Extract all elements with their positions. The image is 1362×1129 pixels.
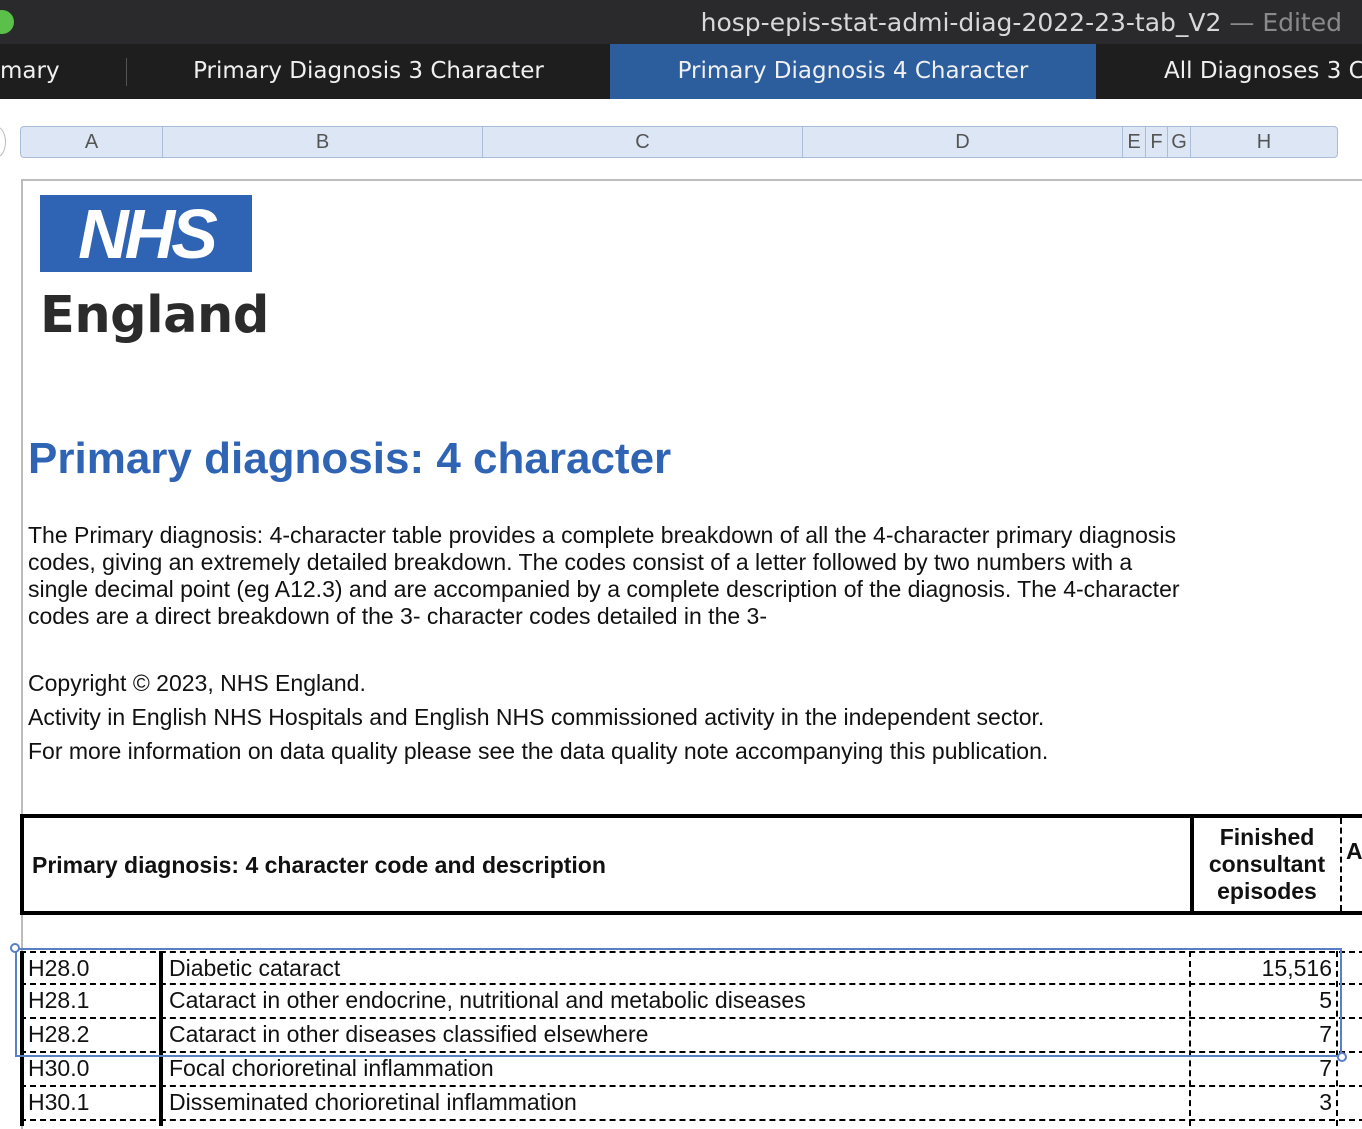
- cell-code[interactable]: H30.1: [28, 1089, 89, 1116]
- column-header-b[interactable]: B: [163, 127, 483, 157]
- column-header-e[interactable]: E: [1123, 127, 1146, 157]
- header-code-description: Primary diagnosis: 4 character code and …: [32, 852, 606, 878]
- cell-fce[interactable]: 3: [1190, 1089, 1332, 1116]
- copyright-text: Copyright © 2023, NHS England.: [28, 670, 366, 696]
- cell-description[interactable]: Focal chorioretinal inflammation: [169, 1055, 494, 1082]
- header-dashed-divider: [1340, 818, 1342, 911]
- window-titlebar: hosp-epis-stat-admi-diag-2022-23-tab_V2 …: [0, 0, 1362, 44]
- logo-england-text: England: [40, 286, 269, 345]
- column-header-g[interactable]: G: [1168, 127, 1191, 157]
- column-header-bar: A B C D E F G H: [20, 126, 1338, 158]
- column-header-area: A B C D E F G H: [0, 99, 1362, 177]
- column-header-c[interactable]: C: [483, 127, 803, 157]
- table-header: Primary diagnosis: 4 character code and …: [20, 814, 1362, 915]
- column-header-f[interactable]: F: [1146, 127, 1168, 157]
- table-row[interactable]: H30.1 Disseminated chorioretinal inflamm…: [20, 1087, 1362, 1121]
- column-header-d[interactable]: D: [803, 127, 1123, 157]
- document-name: hosp-epis-stat-admi-diag-2022-23-tab_V2: [700, 8, 1222, 37]
- document-status: — Edited: [1229, 8, 1342, 37]
- nhs-logo-mark: NHS: [40, 195, 252, 272]
- header-finished-consultant-episodes: Finished consultant episodes: [1208, 824, 1326, 904]
- document-title[interactable]: hosp-epis-stat-admi-diag-2022-23-tab_V2 …: [701, 8, 1342, 37]
- activity-note: Activity in English NHS Hospitals and En…: [28, 704, 1045, 730]
- tab-summary[interactable]: mary: [0, 44, 126, 99]
- tab-primary-diagnosis-4-character[interactable]: Primary Diagnosis 4 Character: [610, 44, 1096, 99]
- tab-all-diagnoses-3-character[interactable]: All Diagnoses 3 C: [1096, 44, 1362, 99]
- select-all-button[interactable]: [0, 126, 6, 158]
- data-quality-note: For more information on data quality ple…: [28, 738, 1049, 764]
- cell-fce[interactable]: 7: [1190, 1055, 1332, 1082]
- header-next-column: A: [1346, 838, 1362, 864]
- column-header-a[interactable]: A: [21, 127, 163, 157]
- cell-selection-range[interactable]: [15, 948, 1342, 1057]
- selection-handle-top-left[interactable]: [10, 943, 20, 953]
- nhs-england-logo: NHS England: [40, 195, 269, 345]
- zoom-window-button[interactable]: [0, 10, 14, 34]
- sheet-title: Primary diagnosis: 4 character: [28, 434, 672, 483]
- sheet-description: The Primary diagnosis: 4-character table…: [28, 522, 1180, 629]
- cell-code[interactable]: H30.0: [28, 1055, 89, 1082]
- sheet-tab-bar: mary Primary Diagnosis 3 Character Prima…: [0, 44, 1362, 100]
- column-header-h[interactable]: H: [1191, 127, 1337, 157]
- selection-handle-bottom-right[interactable]: [1337, 1052, 1347, 1062]
- tab-primary-diagnosis-3-character[interactable]: Primary Diagnosis 3 Character: [127, 44, 610, 99]
- cell-description[interactable]: Disseminated chorioretinal inflammation: [169, 1089, 577, 1116]
- table-row[interactable]: H30.0 Focal chorioretinal inflammation 7: [20, 1053, 1362, 1087]
